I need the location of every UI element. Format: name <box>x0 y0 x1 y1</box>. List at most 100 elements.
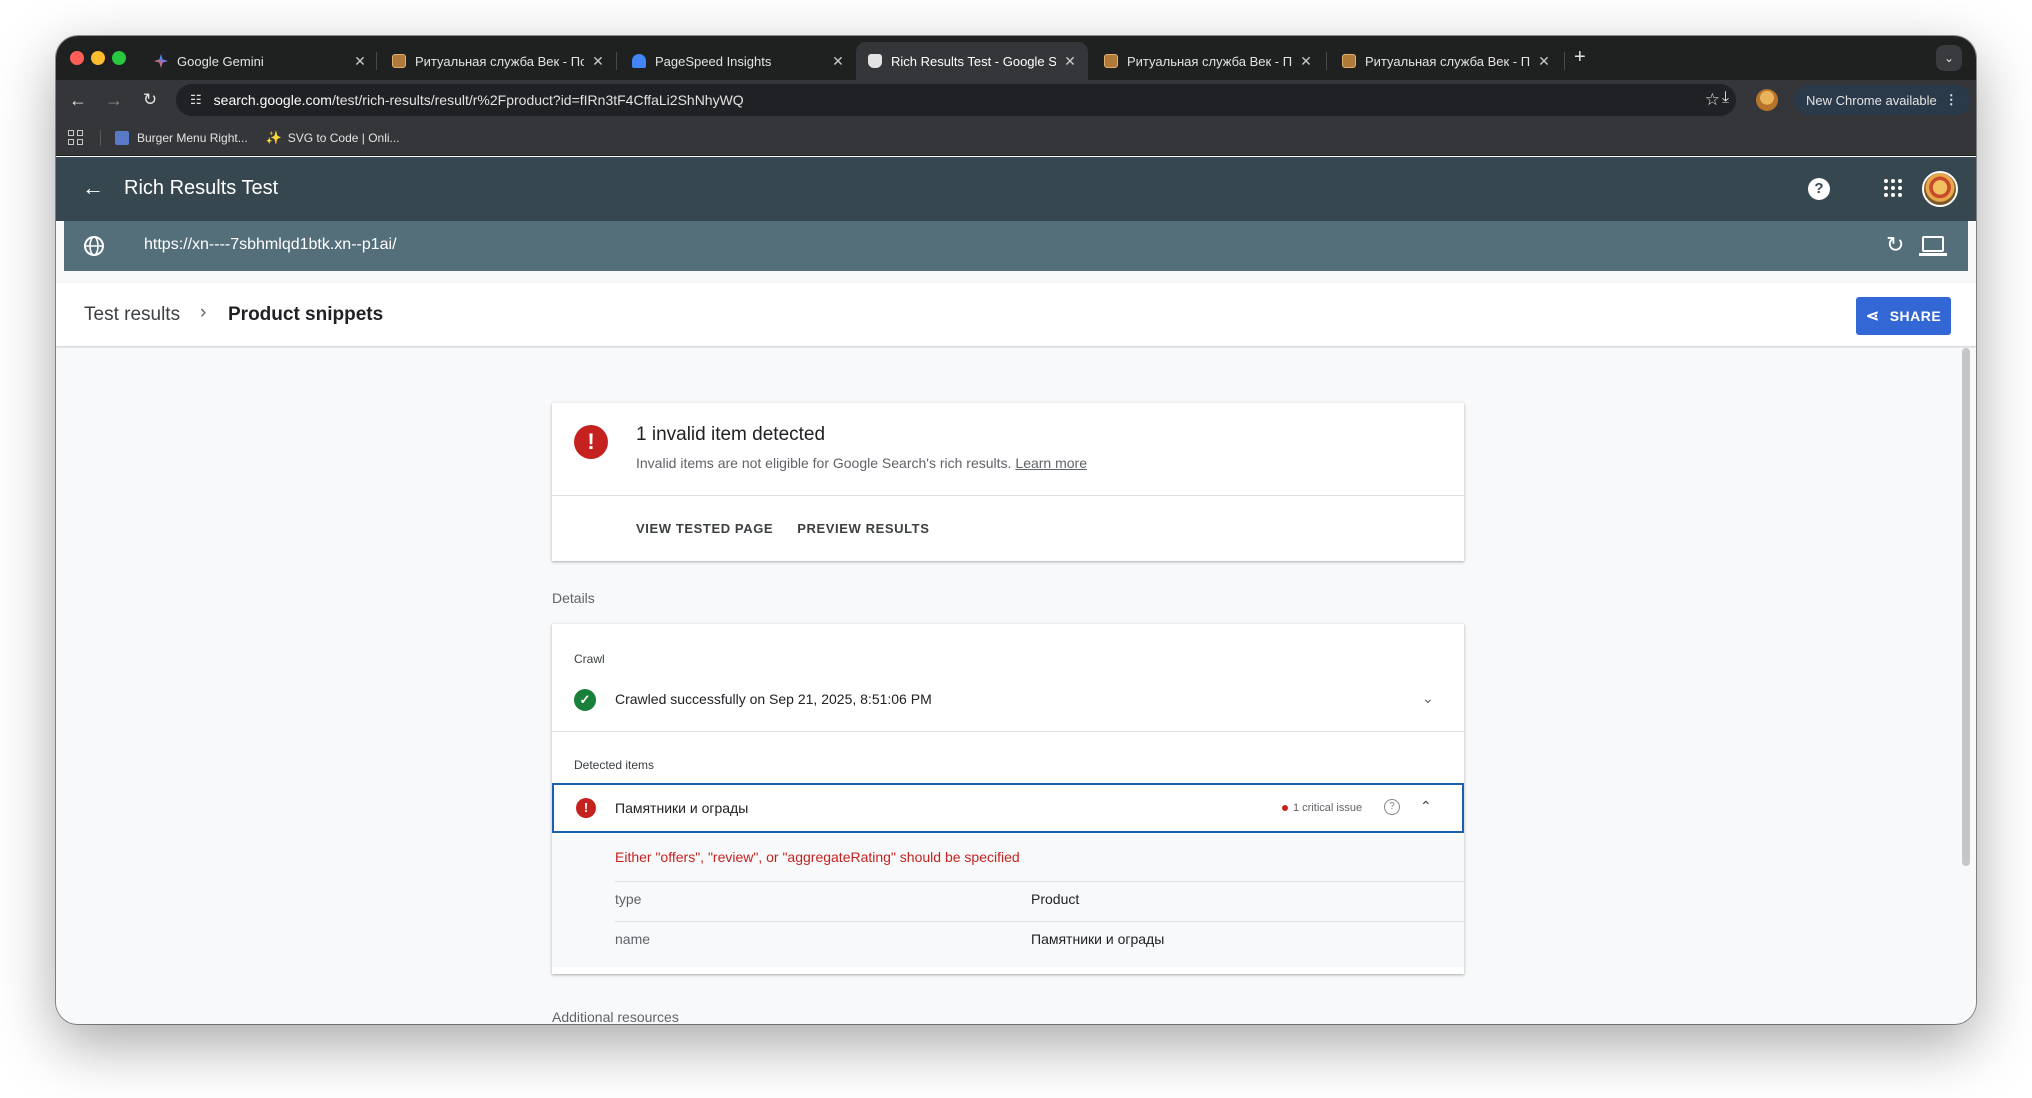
learn-more-link[interactable]: Learn more <box>1015 455 1087 471</box>
property-key: name <box>615 931 651 947</box>
tab-pagespeed[interactable]: PageSpeed Insights ✕ <box>620 42 856 80</box>
address-bar[interactable]: ☷ search.google.com/test/rich-results/re… <box>176 84 1736 116</box>
share-label: SHARE <box>1889 308 1942 324</box>
close-window-button[interactable] <box>70 51 84 65</box>
view-tested-page-button[interactable]: VIEW TESTED PAGE <box>636 521 773 536</box>
tab-ritual-1[interactable]: Ритуальная служба Век - По ✕ <box>380 42 616 80</box>
critical-issue-label: 1 critical issue <box>1293 802 1363 814</box>
bookmark-label: SVG to Code | Onli... <box>287 130 400 145</box>
profile-avatar[interactable] <box>1756 89 1778 111</box>
summary-card: ! 1 invalid item detected Invalid items … <box>552 403 1464 561</box>
forward-arrow-icon[interactable]: → <box>102 88 126 112</box>
share-button[interactable]: ⋖ SHARE <box>1856 297 1951 335</box>
bookmark-burger-menu[interactable]: Burger Menu Right... <box>115 130 248 145</box>
close-tab-icon[interactable]: ✕ <box>830 53 846 70</box>
pagespeed-icon <box>632 54 646 68</box>
divider <box>552 731 1464 732</box>
address-domain: search.google.com <box>213 92 332 108</box>
tab-rich-results[interactable]: Rich Results Test - Google Se ✕ <box>856 42 1088 80</box>
share-icon: ⋖ <box>1865 308 1880 325</box>
reload-icon[interactable]: ↻ <box>138 88 162 112</box>
close-tab-icon[interactable]: ✕ <box>1298 53 1314 70</box>
tab-strip: Google Gemini ✕ Ритуальная служба Век - … <box>56 36 1976 80</box>
bookmark-svg-to-code[interactable]: ✨ SVG to Code | Onli... <box>265 129 400 145</box>
item-name: Памятники и ограды <box>615 800 749 816</box>
critical-issue-badge: 1 critical issue <box>1282 802 1362 814</box>
question-help-icon[interactable]: ? <box>1384 799 1400 815</box>
preview-results-button[interactable]: PREVIEW RESULTS <box>797 521 929 536</box>
maximize-window-button[interactable] <box>112 51 126 65</box>
item-detail: Either "offers", "review", or "aggregate… <box>552 835 1464 967</box>
details-card: Crawl ✓ Crawled successfully on Sep 21, … <box>552 624 1464 974</box>
results-content: ! 1 invalid item detected Invalid items … <box>56 348 1976 1024</box>
new-tab-plus-icon[interactable]: + <box>1574 46 1586 69</box>
bookmark-label: Burger Menu Right... <box>137 130 248 145</box>
status-dot-icon <box>1282 805 1288 811</box>
tab-title: Ритуальная служба Век - По <box>1127 53 1292 69</box>
site-favicon-icon <box>1104 54 1118 68</box>
tab-separator <box>616 52 617 70</box>
detected-item-row[interactable]: ! Памятники и ограды 1 critical issue ? … <box>552 783 1464 833</box>
divider <box>615 881 1464 882</box>
site-favicon-icon <box>392 54 406 68</box>
chrome-update-button[interactable]: New Chrome available ⋮ <box>1794 85 1970 115</box>
tested-url[interactable]: https://xn----7sbhmlqd1btk.xn--p1ai/ <box>144 236 397 254</box>
item-error-message: Either "offers", "review", or "aggregate… <box>615 849 1020 865</box>
summary-heading: 1 invalid item detected <box>636 424 826 445</box>
download-icon[interactable]: ⤓ <box>1722 89 1729 107</box>
close-tab-icon[interactable]: ✕ <box>590 53 606 70</box>
google-apps-icon[interactable] <box>1884 179 1902 197</box>
back-arrow-icon[interactable]: ← <box>82 175 104 201</box>
tab-title: PageSpeed Insights <box>655 53 772 69</box>
tested-url-bar: https://xn----7sbhmlqd1btk.xn--p1ai/ ↻ <box>64 221 1968 271</box>
summary-subtext: Invalid items are not eligible for Googl… <box>636 455 1087 471</box>
tab-title: Rich Results Test - Google Se <box>891 53 1056 69</box>
tab-separator <box>1326 52 1327 70</box>
tab-search-chevron-icon[interactable]: ⌄ <box>1936 45 1962 71</box>
close-tab-icon[interactable]: ✕ <box>352 53 368 70</box>
close-tab-icon[interactable]: ✕ <box>1062 53 1078 70</box>
apps-grid-icon[interactable] <box>68 129 84 146</box>
divider <box>552 495 1464 496</box>
breadcrumb-test-results[interactable]: Test results <box>84 304 180 326</box>
browser-window: Google Gemini ✕ Ритуальная служба Век - … <box>56 36 1976 1024</box>
bookmarks-bar: Burger Menu Right... ✨ SVG to Code | Onl… <box>56 120 1976 156</box>
chevron-up-icon[interactable]: ⌃ <box>1420 798 1432 815</box>
kebab-menu-icon: ⋮ <box>1944 92 1958 107</box>
details-heading: Details <box>552 590 595 606</box>
close-tab-icon[interactable]: ✕ <box>1536 53 1552 70</box>
tab-google-gemini[interactable]: Google Gemini ✕ <box>142 42 378 80</box>
site-info-icon[interactable]: ☷ <box>190 92 202 108</box>
bookmark-star-icon[interactable]: ☆ <box>1705 90 1720 110</box>
error-icon: ! <box>574 425 608 459</box>
app-header: ← Rich Results Test ? <box>56 157 1976 221</box>
desktop-device-icon[interactable] <box>1919 236 1947 256</box>
chevron-down-icon[interactable]: ⌄ <box>1422 690 1434 707</box>
bookmark-separator <box>100 129 101 146</box>
chevron-right-icon: › <box>200 302 207 323</box>
site-favicon-icon <box>1342 54 1356 68</box>
address-url: search.google.com/test/rich-results/resu… <box>214 92 744 108</box>
back-arrow-icon[interactable]: ← <box>66 88 90 112</box>
tab-ritual-2[interactable]: Ритуальная служба Век - По ✕ <box>1092 42 1324 80</box>
scrollbar[interactable] <box>1962 348 1970 866</box>
sparkle-icon: ✨ <box>265 129 282 145</box>
retest-reload-icon[interactable]: ↻ <box>1886 232 1904 258</box>
tab-ritual-3[interactable]: Ритуальная служба Век - По ✕ <box>1330 42 1562 80</box>
address-path: /test/rich-results/result/r%2Fproduct?id… <box>331 92 744 108</box>
divider <box>615 921 1464 922</box>
account-avatar[interactable] <box>1922 171 1958 207</box>
tab-title: Ритуальная служба Век - По <box>1365 53 1530 69</box>
breadcrumb-current: Product snippets <box>228 304 384 325</box>
gemini-icon <box>154 54 168 68</box>
globe-icon <box>84 236 104 256</box>
rich-results-icon <box>868 54 882 68</box>
chrome-update-label: New Chrome available <box>1806 92 1937 108</box>
property-value: Product <box>1031 891 1080 907</box>
error-icon: ! <box>576 798 596 818</box>
detected-items-label: Detected items <box>574 758 655 772</box>
help-icon[interactable]: ? <box>1808 178 1830 200</box>
minimize-window-button[interactable] <box>91 51 105 65</box>
additional-resources-heading: Additional resources <box>552 1009 679 1024</box>
property-key: type <box>615 891 642 907</box>
